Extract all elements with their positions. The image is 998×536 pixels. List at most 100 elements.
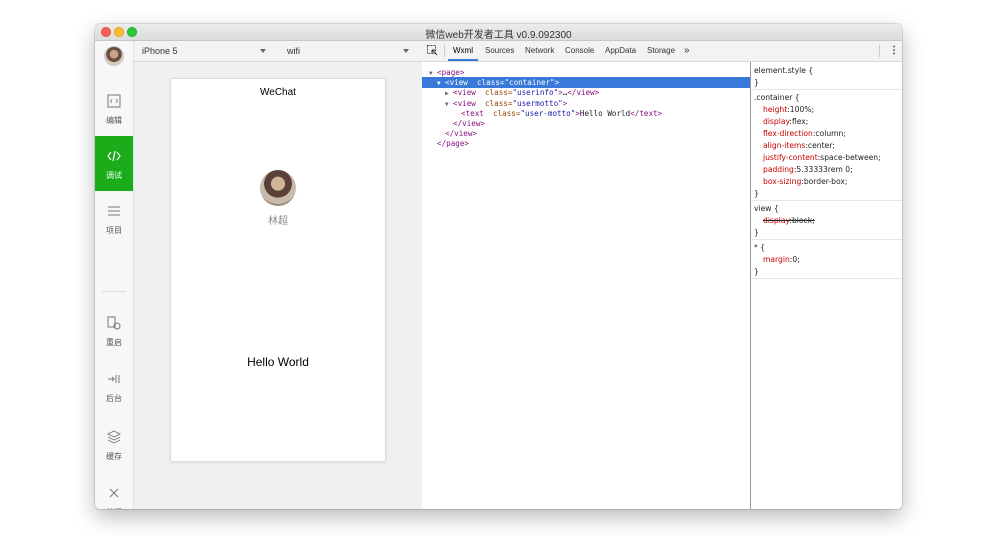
- tab-network[interactable]: Network: [525, 41, 554, 61]
- inspect-element-icon[interactable]: [427, 45, 438, 56]
- dom-tag: </view>: [445, 129, 478, 139]
- css-property[interactable]: justify-content:space-between;: [751, 152, 902, 164]
- css-property[interactable]: display:block;: [751, 215, 902, 227]
- dom-attr-value: "container": [504, 78, 555, 88]
- dom-text: Hello World: [579, 108, 631, 118]
- user-motto: Hello World: [247, 355, 309, 369]
- dom-attr-value: "user-motto": [520, 108, 576, 118]
- devtools-window: 微信web开发者工具 v0.9.092300 编辑 调试 项目 重启 后台 缓存: [95, 24, 902, 509]
- dom-tag: <text: [461, 108, 484, 118]
- sidebar-divider: [102, 291, 126, 292]
- tab-wxml[interactable]: Wxml: [448, 41, 478, 61]
- dom-tag: </text>: [630, 108, 663, 118]
- toolbar-divider: [444, 45, 445, 57]
- restart-icon: [107, 316, 121, 330]
- sidebar-item-label: 项目: [106, 226, 122, 235]
- css-rule-close: }: [754, 78, 759, 87]
- css-property-name: margin: [763, 255, 790, 264]
- css-property-value: space-between;: [820, 153, 881, 162]
- css-selector: .container {: [754, 93, 800, 102]
- sidebar-item-cache[interactable]: 缓存: [95, 417, 133, 472]
- title-bar: 微信web开发者工具 v0.9.092300: [95, 24, 902, 41]
- sidebar-item-project[interactable]: 项目: [95, 191, 133, 246]
- css-property-value: 5.33333rem 0;: [796, 165, 853, 174]
- phone-screen: WeChat 林超 Hello World: [170, 78, 386, 462]
- tab-storage[interactable]: Storage: [647, 41, 675, 61]
- layers-icon: [107, 430, 121, 444]
- sidebar-item-label: 调试: [106, 171, 122, 180]
- dom-node[interactable]: </page>: [422, 138, 757, 149]
- background-icon: [108, 375, 120, 383]
- dom-attr-name: class=: [475, 88, 513, 98]
- css-property[interactable]: display:flex;: [751, 116, 902, 128]
- tab-console[interactable]: Console: [565, 41, 594, 61]
- tab-appdata[interactable]: AppData: [605, 41, 636, 61]
- close-icon: [109, 488, 119, 498]
- css-property[interactable]: margin:0;: [751, 254, 902, 266]
- sidebar-item-close[interactable]: 关闭: [95, 473, 133, 509]
- css-property-name: display: [763, 216, 790, 225]
- sidebar-item-label: 后台: [106, 394, 122, 403]
- dom-tag: <view: [453, 98, 476, 108]
- css-rule-close: }: [754, 228, 759, 237]
- dom-attr-value: "userinfo": [512, 88, 559, 98]
- dom-tag: </view>: [567, 88, 600, 98]
- css-rule[interactable]: view { display:block;}: [751, 203, 902, 240]
- sidebar-item-label: 关闭: [95, 507, 133, 509]
- menu-icon: [108, 206, 120, 216]
- dom-attr-name: class=: [483, 108, 521, 118]
- dom-tag: <view: [445, 78, 468, 88]
- sidebar-item-background[interactable]: 后台: [95, 359, 133, 414]
- css-property[interactable]: height:100%;: [751, 104, 902, 116]
- code-icon: [107, 150, 121, 162]
- dom-tag: >: [554, 78, 560, 88]
- css-property-name: padding: [763, 165, 794, 174]
- network-select[interactable]: wifi: [287, 41, 409, 61]
- device-select[interactable]: iPhone 5: [142, 41, 266, 61]
- tab-sources[interactable]: Sources: [485, 41, 514, 61]
- sidebar-item-edit[interactable]: 编辑: [95, 81, 133, 136]
- css-property-value: center;: [807, 141, 835, 150]
- styles-panel: element.style {} .container { height:100%;…: [750, 62, 902, 509]
- css-selector: view {: [754, 204, 779, 213]
- network-select-value: wifi: [287, 46, 300, 56]
- css-property[interactable]: align-items:center;: [751, 140, 902, 152]
- css-property[interactable]: flex-direction:column;: [751, 128, 902, 140]
- css-property-value: 100%;: [789, 105, 815, 114]
- css-rule-close: }: [754, 267, 759, 276]
- user-avatar[interactable]: [260, 170, 296, 206]
- css-rule[interactable]: element.style {}: [751, 65, 902, 90]
- dom-tag: </page>: [437, 139, 470, 149]
- css-property-name: flex-direction: [763, 129, 813, 138]
- simulator-area: WeChat 林超 Hello World: [134, 62, 422, 509]
- css-property[interactable]: padding:5.33333rem 0;: [751, 164, 902, 176]
- css-property-value: flex;: [791, 117, 809, 126]
- css-selector: element.style {: [754, 66, 814, 75]
- css-rule-close: }: [754, 189, 759, 198]
- sidebar-item-debug[interactable]: 调试: [95, 136, 133, 191]
- chevron-down-icon: [260, 49, 266, 53]
- css-selector: * {: [754, 243, 766, 252]
- css-property-name: height: [763, 105, 788, 114]
- toolbar-divider: [879, 45, 880, 57]
- window-title: 微信web开发者工具 v0.9.092300: [425, 30, 572, 41]
- dom-attr-name: class=: [467, 78, 505, 88]
- sidebar: 编辑 调试 项目 重启 后台 缓存 关闭: [95, 41, 134, 509]
- dom-tag: <page>: [437, 68, 465, 77]
- css-property-value: block;: [791, 216, 815, 225]
- more-tabs-button[interactable]: »: [684, 41, 690, 61]
- css-rule[interactable]: * { margin:0;}: [751, 242, 902, 279]
- css-property[interactable]: box-sizing:border-box;: [751, 176, 902, 188]
- dom-attr-name: class=: [475, 98, 513, 108]
- css-property-name: display: [763, 117, 790, 126]
- user-avatar[interactable]: [104, 46, 124, 66]
- device-select-value: iPhone 5: [142, 46, 178, 56]
- css-rule[interactable]: .container { height:100%; display:flex; fle…: [751, 92, 902, 201]
- user-nickname: 林超: [268, 216, 288, 227]
- code-box-icon: [107, 94, 121, 108]
- css-property-value: border-box;: [803, 177, 848, 186]
- more-options-icon[interactable]: ⋮: [889, 41, 899, 61]
- dom-tag: <view: [453, 88, 476, 98]
- sidebar-item-restart[interactable]: 重启: [95, 303, 133, 358]
- wxml-tree-panel: ▼ <page> ▼ <view class="container"> ▶ <view c…: [422, 62, 765, 509]
